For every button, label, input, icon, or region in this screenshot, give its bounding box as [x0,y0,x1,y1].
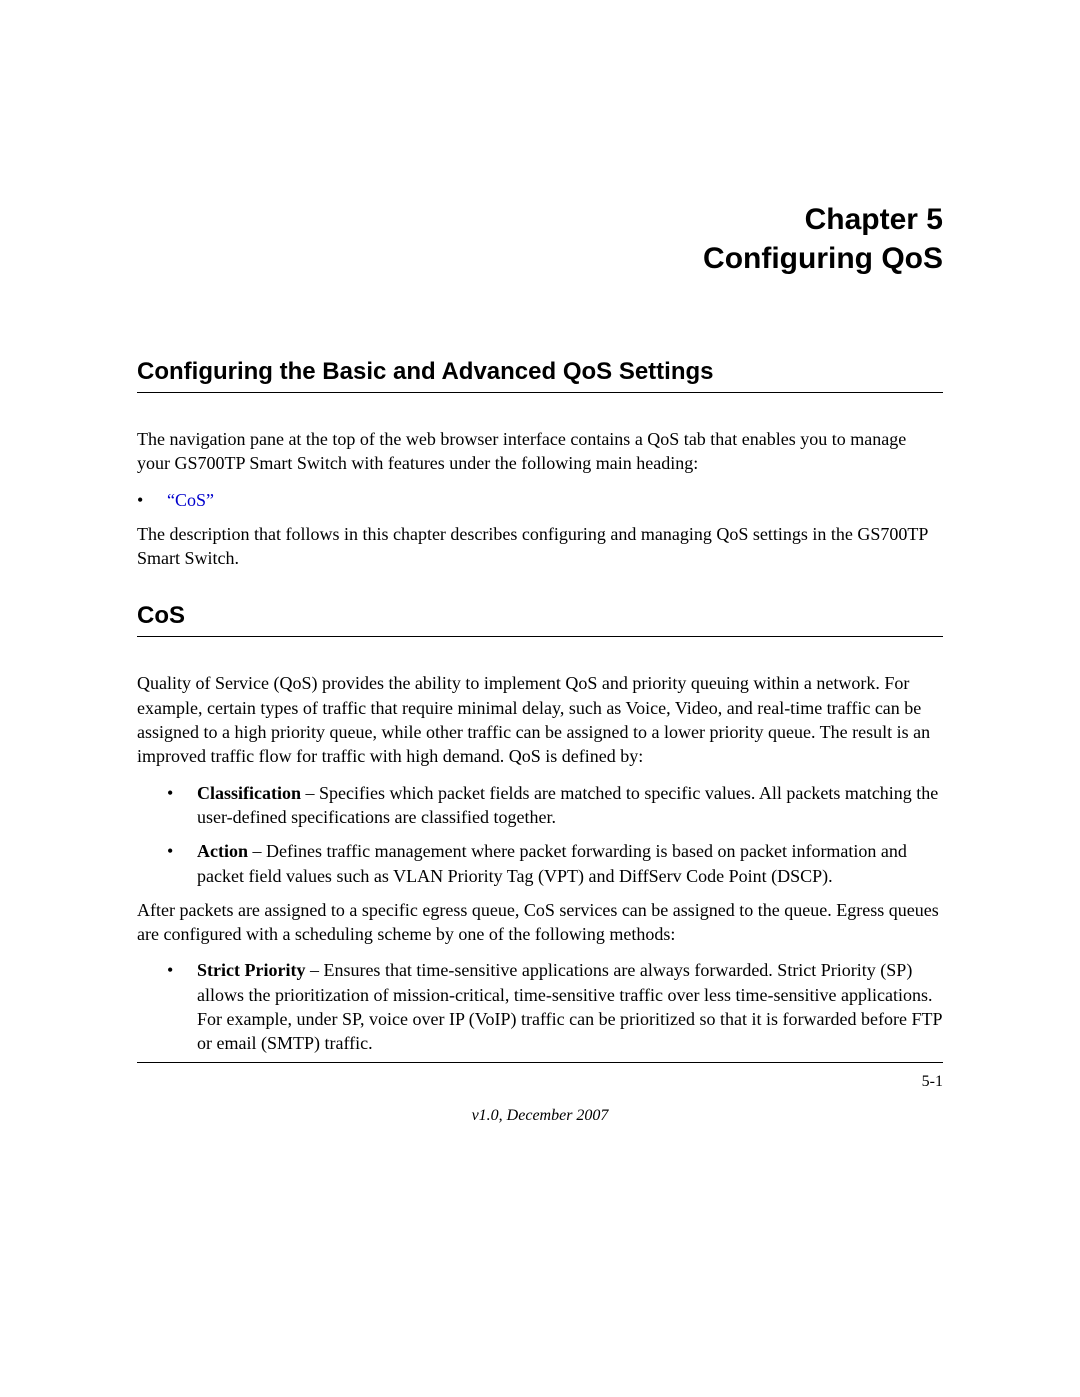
description-paragraph: The description that follows in this cha… [137,522,943,571]
bullet-content: Classification – Specifies which packet … [197,781,943,830]
version-line: v1.0, December 2007 [137,1107,943,1125]
egress-paragraph: After packets are assigned to a specific… [137,898,943,947]
bullet-marker: • [137,488,167,512]
chapter-number: Chapter 5 [137,200,943,239]
chapter-title: Configuring QoS [137,239,943,278]
cos-intro-paragraph: Quality of Service (QoS) provides the ab… [137,671,943,768]
document-page: Chapter 5 Configuring QoS Configuring th… [0,0,1080,1056]
bullet-marker: • [167,781,197,805]
text-action: – Defines traffic management where packe… [197,841,907,885]
text-strict-priority: – Ensures that time-sensitive applicatio… [197,960,942,1053]
term-classification: Classification [197,783,301,803]
bullet-classification-row: • Classification – Specifies which packe… [137,781,943,830]
section-heading-basic-advanced: Configuring the Basic and Advanced QoS S… [137,358,943,393]
bullet-action-row: • Action – Defines traffic management wh… [137,839,943,888]
bullet-cos-link-row: • “CoS” [137,488,943,512]
bullet-marker: • [167,839,197,863]
bullet-content: Strict Priority – Ensures that time-sens… [197,958,943,1055]
term-action: Action [197,841,248,861]
subsection-heading-cos: CoS [137,602,943,637]
bullet-content: “CoS” [167,488,943,512]
chapter-header: Chapter 5 Configuring QoS [137,200,943,278]
bullet-marker: • [167,958,197,982]
intro-paragraph: The navigation pane at the top of the we… [137,427,943,476]
bullet-strict-priority-row: • Strict Priority – Ensures that time-se… [137,958,943,1055]
cos-link[interactable]: “CoS” [167,490,214,510]
page-number: 5-1 [137,1073,943,1091]
text-classification: – Specifies which packet fields are matc… [197,783,938,827]
page-footer: 5-1 v1.0, December 2007 [137,1062,943,1125]
term-strict-priority: Strict Priority [197,960,305,980]
bullet-content: Action – Defines traffic management wher… [197,839,943,888]
